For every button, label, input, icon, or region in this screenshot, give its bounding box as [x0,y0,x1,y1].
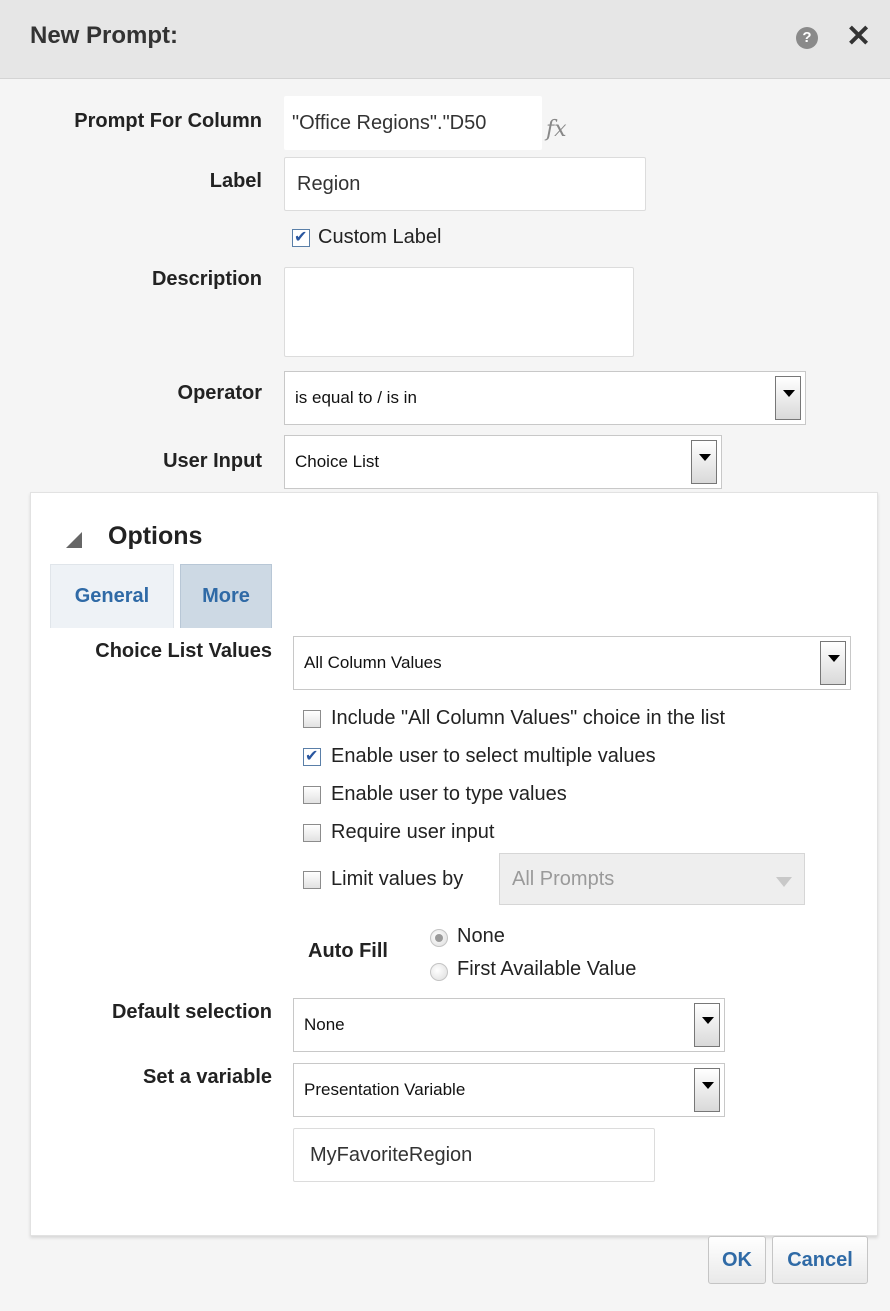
limit-values-text: Limit values by [331,868,464,890]
default-selection-value: None [304,1015,345,1034]
chevron-down-icon[interactable] [775,376,801,420]
limit-values-select: All Prompts [499,853,805,905]
choice-list-values-value: All Column Values [304,653,442,672]
dialog-title: New Prompt: [30,22,179,49]
prompt-for-column-field[interactable]: "Office Regions"."D50 [284,96,542,150]
collapse-triangle-icon[interactable] [66,532,82,548]
tab-general[interactable]: General [50,564,174,628]
set-variable-label: Set a variable [143,1066,272,1088]
user-input-select[interactable]: Choice List [284,435,722,489]
user-input-label: User Input [163,450,262,472]
user-input-value: Choice List [295,452,380,471]
choice-list-values-select[interactable]: All Column Values [293,636,851,690]
type-values-checkbox[interactable] [303,786,321,804]
select-multiple-text: Enable user to select multiple values [331,745,656,767]
chevron-down-icon[interactable] [691,440,717,484]
tab-more[interactable]: More [180,564,272,628]
label-input[interactable]: Region [284,157,646,211]
limit-values-value: All Prompts [512,867,615,890]
operator-select[interactable]: is equal to / is in [284,371,806,425]
ok-button[interactable]: OK [708,1236,766,1284]
select-multiple-checkbox[interactable] [303,746,321,766]
operator-value: is equal to / is in [295,388,417,407]
formula-fx-icon[interactable]: fx [546,117,567,142]
chevron-down-icon[interactable] [694,1003,720,1047]
operator-label: Operator [177,382,262,404]
chevron-down-icon[interactable] [694,1068,720,1112]
custom-label-text: Custom Label [318,226,442,248]
include-all-values-text: Include "All Column Values" choice in th… [331,707,726,729]
include-all-values-checkbox[interactable] [303,710,321,728]
close-icon[interactable]: ✕ [846,20,871,54]
limit-values-checkbox[interactable] [303,871,321,889]
auto-fill-first-text: First Available Value [457,958,637,980]
auto-fill-none-text: None [457,925,505,947]
chevron-down-icon[interactable] [820,641,846,685]
variable-name-input[interactable]: MyFavoriteRegion [293,1128,655,1182]
default-selection-select[interactable]: None [293,998,725,1052]
description-textarea[interactable] [284,267,634,357]
question-circle-icon[interactable]: ? [796,27,818,49]
require-input-text: Require user input [331,821,495,843]
custom-label-checkbox[interactable] [292,227,310,247]
set-variable-select[interactable]: Presentation Variable [293,1063,725,1117]
cancel-button[interactable]: Cancel [772,1236,868,1284]
default-selection-label: Default selection [111,1001,272,1023]
options-title[interactable]: Options [108,522,202,551]
description-label: Description [151,268,262,290]
auto-fill-first-radio[interactable] [430,963,448,981]
type-values-text: Enable user to type values [331,783,567,805]
choice-list-values-label: Choice List Values [95,640,272,662]
auto-fill-none-radio[interactable] [430,929,448,947]
require-input-checkbox[interactable] [303,824,321,842]
dialog-titlebar: New Prompt: ? ✕ [0,0,890,79]
label-label: Label [209,170,262,192]
new-prompt-dialog: New Prompt: ? ✕ Prompt For Column "Offic… [0,0,890,1311]
set-variable-value: Presentation Variable [304,1080,466,1099]
auto-fill-label: Auto Fill [308,940,388,962]
prompt-for-column-label: Prompt For Column [74,110,262,132]
